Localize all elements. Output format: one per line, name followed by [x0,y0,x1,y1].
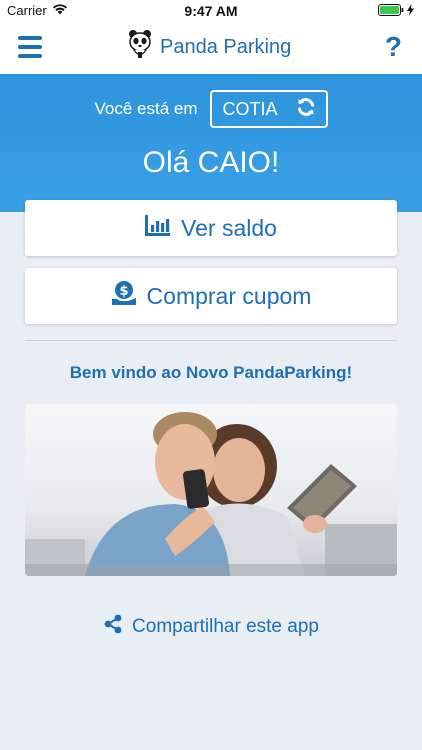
help-button[interactable]: ? [385,31,402,63]
dollar-coin-hand-icon: $ [111,280,137,312]
svg-text:$: $ [119,284,128,299]
share-app-link[interactable]: Compartilhar este app [0,614,422,640]
buy-coupon-button[interactable]: $ Comprar cupom [25,268,397,324]
city-selector-button[interactable]: COTIA [209,90,328,128]
share-app-label: Compartilhar este app [132,616,319,637]
navigation-bar: Panda Parking ? [0,22,422,74]
location-label: Você está em [94,99,198,118]
welcome-text: Bem vindo ao Novo PandaParking! [69,363,353,382]
app-title: Panda Parking [128,29,291,65]
charging-bolt-icon [407,4,414,19]
city-name: COTIA [222,98,278,119]
battery-icon [378,4,404,19]
refresh-icon [296,97,316,122]
share-icon [103,614,123,640]
bar-chart-icon [145,214,171,242]
buy-coupon-label: Comprar cupom [146,282,312,309]
status-time: 9:47 AM [184,3,238,19]
status-bar: Carrier 9:47 AM [0,0,422,22]
view-balance-button[interactable]: Ver saldo [25,200,397,256]
status-right [378,4,414,19]
promo-photo [25,404,397,576]
section-divider [25,340,397,341]
greeting-text: Olá CAIO! [142,146,280,179]
location-row: Você está em COTIA [0,90,422,128]
header-panel: Você está em COTIA Olá CAIO! [0,74,422,212]
app-title-text: Panda Parking [160,35,292,58]
view-balance-label: Ver saldo [181,214,277,241]
hamburger-menu-icon[interactable] [18,36,42,58]
panda-logo-icon [128,29,152,65]
app-screen: Carrier 9:47 AM Panda Parking ? Você est… [0,0,422,750]
